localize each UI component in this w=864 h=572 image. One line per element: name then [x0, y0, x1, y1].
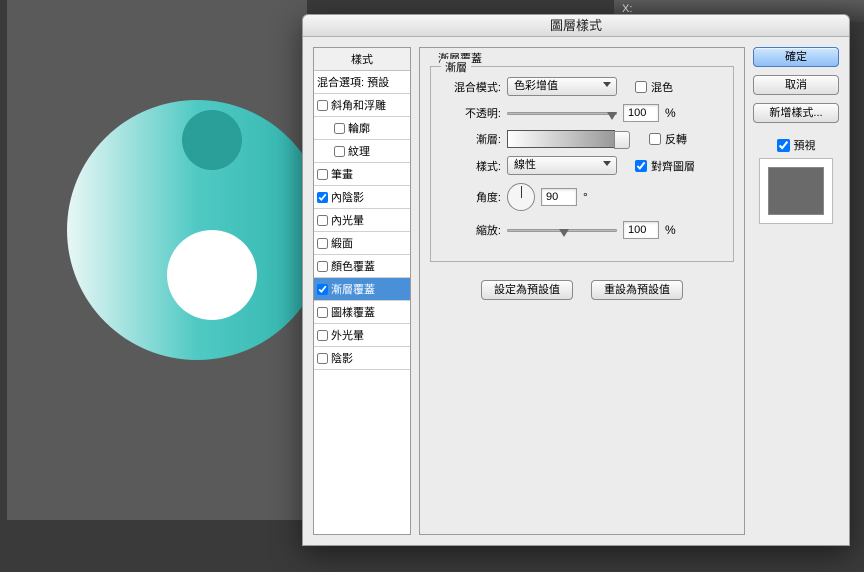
style-row[interactable]: 紋理 — [314, 140, 410, 163]
scale-slider[interactable] — [507, 223, 617, 237]
reset-default-button[interactable]: 重設為預設值 — [591, 280, 683, 300]
angle-label: 角度: — [441, 189, 501, 205]
dialog-title: 圖層樣式 — [303, 15, 849, 37]
style-label: 內陰影 — [331, 189, 364, 205]
style-label: 圖樣覆蓋 — [331, 304, 375, 320]
angle-input[interactable] — [541, 188, 577, 206]
new-style-button[interactable]: 新增樣式... — [753, 103, 839, 123]
angle-unit: ° — [583, 190, 588, 204]
style-checkbox[interactable] — [317, 261, 328, 272]
opacity-label: 不透明: — [441, 105, 501, 121]
style-label: 漸層覆蓋 — [331, 281, 375, 297]
dialog-buttons: 確定 取消 新增樣式... 預視 — [753, 47, 839, 535]
style-checkbox[interactable] — [317, 192, 328, 203]
styles-header[interactable]: 樣式 — [314, 48, 410, 71]
reverse-checkbox[interactable]: 反轉 — [649, 131, 687, 147]
artwork-preview — [67, 100, 327, 360]
scale-label: 縮放: — [441, 222, 501, 238]
style-checkbox[interactable] — [317, 330, 328, 341]
opacity-input[interactable] — [623, 104, 659, 122]
gradient-label: 漸層: — [441, 131, 501, 147]
layer-style-dialog: 圖層樣式 樣式 混合選項: 預設 斜角和浮雕輪廓紋理筆畫內陰影內光暈緞面顏色覆蓋… — [302, 14, 850, 546]
style-checkbox[interactable] — [334, 123, 345, 134]
blending-options-row[interactable]: 混合選項: 預設 — [314, 71, 410, 94]
style-row[interactable]: 陰影 — [314, 347, 410, 370]
scale-input[interactable] — [623, 221, 659, 239]
style-checkbox[interactable] — [317, 100, 328, 111]
style-row[interactable]: 筆畫 — [314, 163, 410, 186]
style-row[interactable]: 漸層覆蓋 — [314, 278, 410, 301]
scale-unit: % — [665, 223, 676, 237]
style-row[interactable]: 斜角和浮雕 — [314, 94, 410, 117]
style-label: 緞面 — [331, 235, 353, 251]
blend-mode-dropdown[interactable]: 色彩增值 — [507, 77, 617, 96]
style-label: 顏色覆蓋 — [331, 258, 375, 274]
style-checkbox[interactable] — [317, 307, 328, 318]
opacity-slider[interactable] — [507, 106, 617, 120]
style-dropdown[interactable]: 線性 — [507, 156, 617, 175]
style-row[interactable]: 緞面 — [314, 232, 410, 255]
gradient-picker[interactable] — [507, 130, 615, 148]
style-row[interactable]: 外光暈 — [314, 324, 410, 347]
style-label: 陰影 — [331, 350, 353, 366]
style-label: 內光暈 — [331, 212, 364, 228]
dither-checkbox[interactable]: 混色 — [635, 79, 673, 95]
style-label: 筆畫 — [331, 166, 353, 182]
style-label: 輪廓 — [348, 120, 370, 136]
settings-panel: 漸層覆蓋 漸層 混合模式: 色彩增值 混色 不透明: — [419, 47, 745, 535]
opacity-unit: % — [665, 106, 676, 120]
style-row[interactable]: 內光暈 — [314, 209, 410, 232]
style-checkbox[interactable] — [317, 284, 328, 295]
style-row[interactable]: 圖樣覆蓋 — [314, 301, 410, 324]
style-label: 外光暈 — [331, 327, 364, 343]
style-row[interactable]: 顏色覆蓋 — [314, 255, 410, 278]
ok-button[interactable]: 確定 — [753, 47, 839, 67]
style-row[interactable]: 內陰影 — [314, 186, 410, 209]
styles-list: 樣式 混合選項: 預設 斜角和浮雕輪廓紋理筆畫內陰影內光暈緞面顏色覆蓋漸層覆蓋圖… — [313, 47, 411, 535]
style-checkbox[interactable] — [317, 215, 328, 226]
style-checkbox[interactable] — [317, 238, 328, 249]
style-label: 樣式: — [441, 158, 501, 174]
align-checkbox[interactable]: 對齊圖層 — [635, 158, 695, 174]
style-checkbox[interactable] — [334, 146, 345, 157]
make-default-button[interactable]: 設定為預設值 — [481, 280, 573, 300]
cancel-button[interactable]: 取消 — [753, 75, 839, 95]
style-checkbox[interactable] — [317, 353, 328, 364]
preview-checkbox[interactable]: 預視 — [753, 137, 839, 153]
style-label: 斜角和浮雕 — [331, 97, 386, 113]
preview-swatch — [768, 167, 824, 215]
fieldset-title: 漸層 — [441, 59, 471, 75]
blend-mode-label: 混合模式: — [441, 79, 501, 95]
canvas-background — [7, 0, 307, 520]
style-checkbox[interactable] — [317, 169, 328, 180]
style-row[interactable]: 輪廓 — [314, 117, 410, 140]
angle-dial[interactable] — [507, 183, 535, 211]
style-label: 紋理 — [348, 143, 370, 159]
